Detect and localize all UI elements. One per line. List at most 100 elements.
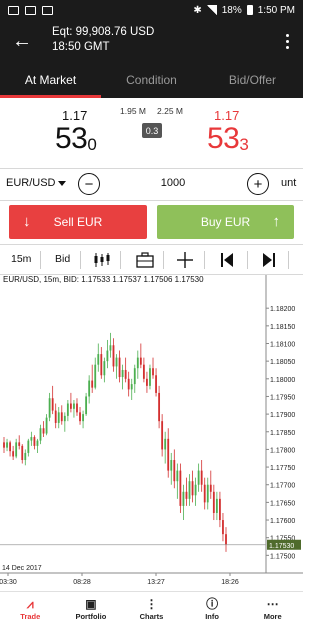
candle-body — [85, 396, 88, 415]
more-icon: ⋯ — [266, 597, 279, 611]
candlestick-chart[interactable]: 1.18200 1.18150 1.18100 1.18050 1.18000 1.179… — [0, 275, 303, 591]
image-icon — [42, 5, 53, 15]
quantity-field[interactable]: 1000 — [150, 177, 196, 189]
candle-body — [173, 460, 176, 482]
candle-body — [12, 451, 15, 457]
nav-trade[interactable]: ⩘ Trade — [0, 592, 61, 623]
candle-body — [133, 368, 136, 385]
candle-body — [79, 412, 81, 422]
candle-body — [30, 437, 33, 441]
tab-condition[interactable]: Condition — [101, 62, 202, 98]
y-tick-label: 1.17750 — [270, 465, 295, 472]
candle-body — [158, 392, 161, 422]
date-label: 14 Dec 2017 — [2, 565, 42, 572]
y-tick-label: 1.18150 — [270, 324, 295, 331]
nav-charts[interactable]: ⋮ Charts — [121, 592, 182, 623]
signal-icon — [206, 5, 217, 15]
toolbar-separator — [40, 251, 41, 269]
chart-title: EUR/USD, 15m, BID: 1.17533 1.17537 1.175… — [3, 275, 204, 284]
candles-icon[interactable] — [93, 252, 111, 268]
info-icon: ⓘ — [206, 597, 219, 611]
candle-body — [66, 403, 69, 416]
candle-body — [179, 470, 182, 506]
briefcase-icon[interactable] — [136, 252, 154, 268]
increase-quantity-button[interactable]: + — [247, 173, 269, 195]
timeframe-selector[interactable]: 15m — [11, 253, 31, 265]
battery-percent: 18% — [221, 4, 242, 16]
tab-at-market[interactable]: At Market — [0, 62, 101, 98]
server-time: 18:50 GMT — [52, 41, 110, 53]
candle-body — [225, 534, 227, 545]
overflow-menu-icon[interactable] — [277, 29, 297, 53]
y-tick-label: 1.17500 — [270, 553, 295, 560]
candle-body — [97, 354, 100, 365]
candle-body — [146, 378, 148, 386]
bid-price[interactable]: 530 — [55, 122, 97, 156]
candle-body — [51, 398, 54, 411]
candle-body — [18, 442, 21, 446]
candle-body — [54, 410, 57, 423]
candle-body — [161, 421, 164, 450]
candle-body — [188, 481, 191, 499]
dropdown-caret-icon[interactable] — [58, 181, 66, 186]
ask-price[interactable]: 533 — [207, 122, 249, 156]
skip-forward-icon[interactable] — [262, 252, 276, 268]
symbol-selector[interactable]: EUR/USD — [6, 177, 56, 189]
candle-body — [167, 438, 170, 471]
nav-portfolio[interactable]: ▣ Portfolio — [61, 592, 122, 623]
candle-body — [45, 417, 48, 434]
toolbar-separator — [120, 251, 121, 269]
nav-info[interactable]: ⓘ Info — [182, 592, 243, 623]
price-chart[interactable]: 1.18200 1.18150 1.18100 1.18050 1.18000 1.179… — [0, 275, 303, 591]
candle-body — [121, 369, 124, 378]
candle-body — [91, 380, 94, 388]
y-tick-label: 1.17800 — [270, 447, 295, 454]
candle-body — [164, 438, 167, 450]
ask-pips: 53 — [207, 122, 240, 155]
candle-body — [36, 440, 39, 446]
tab-bid-offer[interactable]: Bid/Offer — [202, 62, 303, 98]
candle-body — [118, 357, 121, 378]
notification-icon — [8, 5, 19, 15]
nav-more-label: More — [263, 612, 282, 621]
candle-body — [176, 470, 179, 482]
charts-icon: ⋮ — [145, 597, 158, 611]
candle-body — [197, 470, 200, 485]
mail-icon — [25, 5, 36, 15]
candle-body — [215, 498, 218, 513]
price-side-selector[interactable]: Bid — [55, 253, 70, 265]
ask-volume: 2.25 M — [157, 106, 183, 116]
candle-body — [219, 498, 221, 521]
buy-button[interactable]: Buy EUR ↑ — [157, 205, 294, 239]
quote-panel: 1.17 530 1.95 M 2.25 M 0.3 1.17 533 — [0, 98, 303, 168]
ask-fraction: 3 — [239, 135, 249, 154]
status-bar: ✱ 18% 1:50 PM — [0, 0, 303, 20]
nav-more[interactable]: ⋯ More — [242, 592, 303, 623]
bid-fraction: 0 — [87, 135, 97, 154]
portfolio-icon: ▣ — [85, 597, 97, 611]
x-tick-label: 13:27 — [147, 579, 165, 586]
candle-body — [115, 357, 118, 367]
nav-info-label: Info — [205, 612, 219, 621]
back-arrow-icon[interactable]: ← — [10, 29, 34, 53]
candle-body — [185, 491, 188, 499]
candle-body — [191, 481, 194, 496]
decrease-quantity-button[interactable]: − — [78, 173, 100, 195]
candle-body — [222, 520, 224, 535]
last-price-label: 1.17530 — [269, 543, 294, 550]
y-tick-label: 1.17650 — [270, 500, 295, 507]
candle-body — [106, 350, 109, 362]
candle-body — [203, 484, 206, 503]
y-tick-label: 1.17700 — [270, 483, 295, 490]
candle-body — [3, 442, 5, 448]
candle-body — [15, 442, 18, 457]
ask-big-figure: 1.17 — [214, 108, 240, 123]
sell-button[interactable]: ↓ Sell EUR — [9, 205, 147, 239]
skip-back-icon[interactable] — [220, 252, 234, 268]
toolbar-separator — [288, 251, 289, 269]
y-tick-label: 1.18100 — [270, 341, 295, 348]
bottom-nav: ⩘ Trade ▣ Portfolio ⋮ Charts ⓘ Info ⋯ Mo… — [0, 591, 303, 623]
crosshair-icon[interactable] — [177, 252, 193, 268]
x-tick-label: 18:26 — [221, 579, 239, 586]
bid-pips: 53 — [55, 122, 88, 155]
